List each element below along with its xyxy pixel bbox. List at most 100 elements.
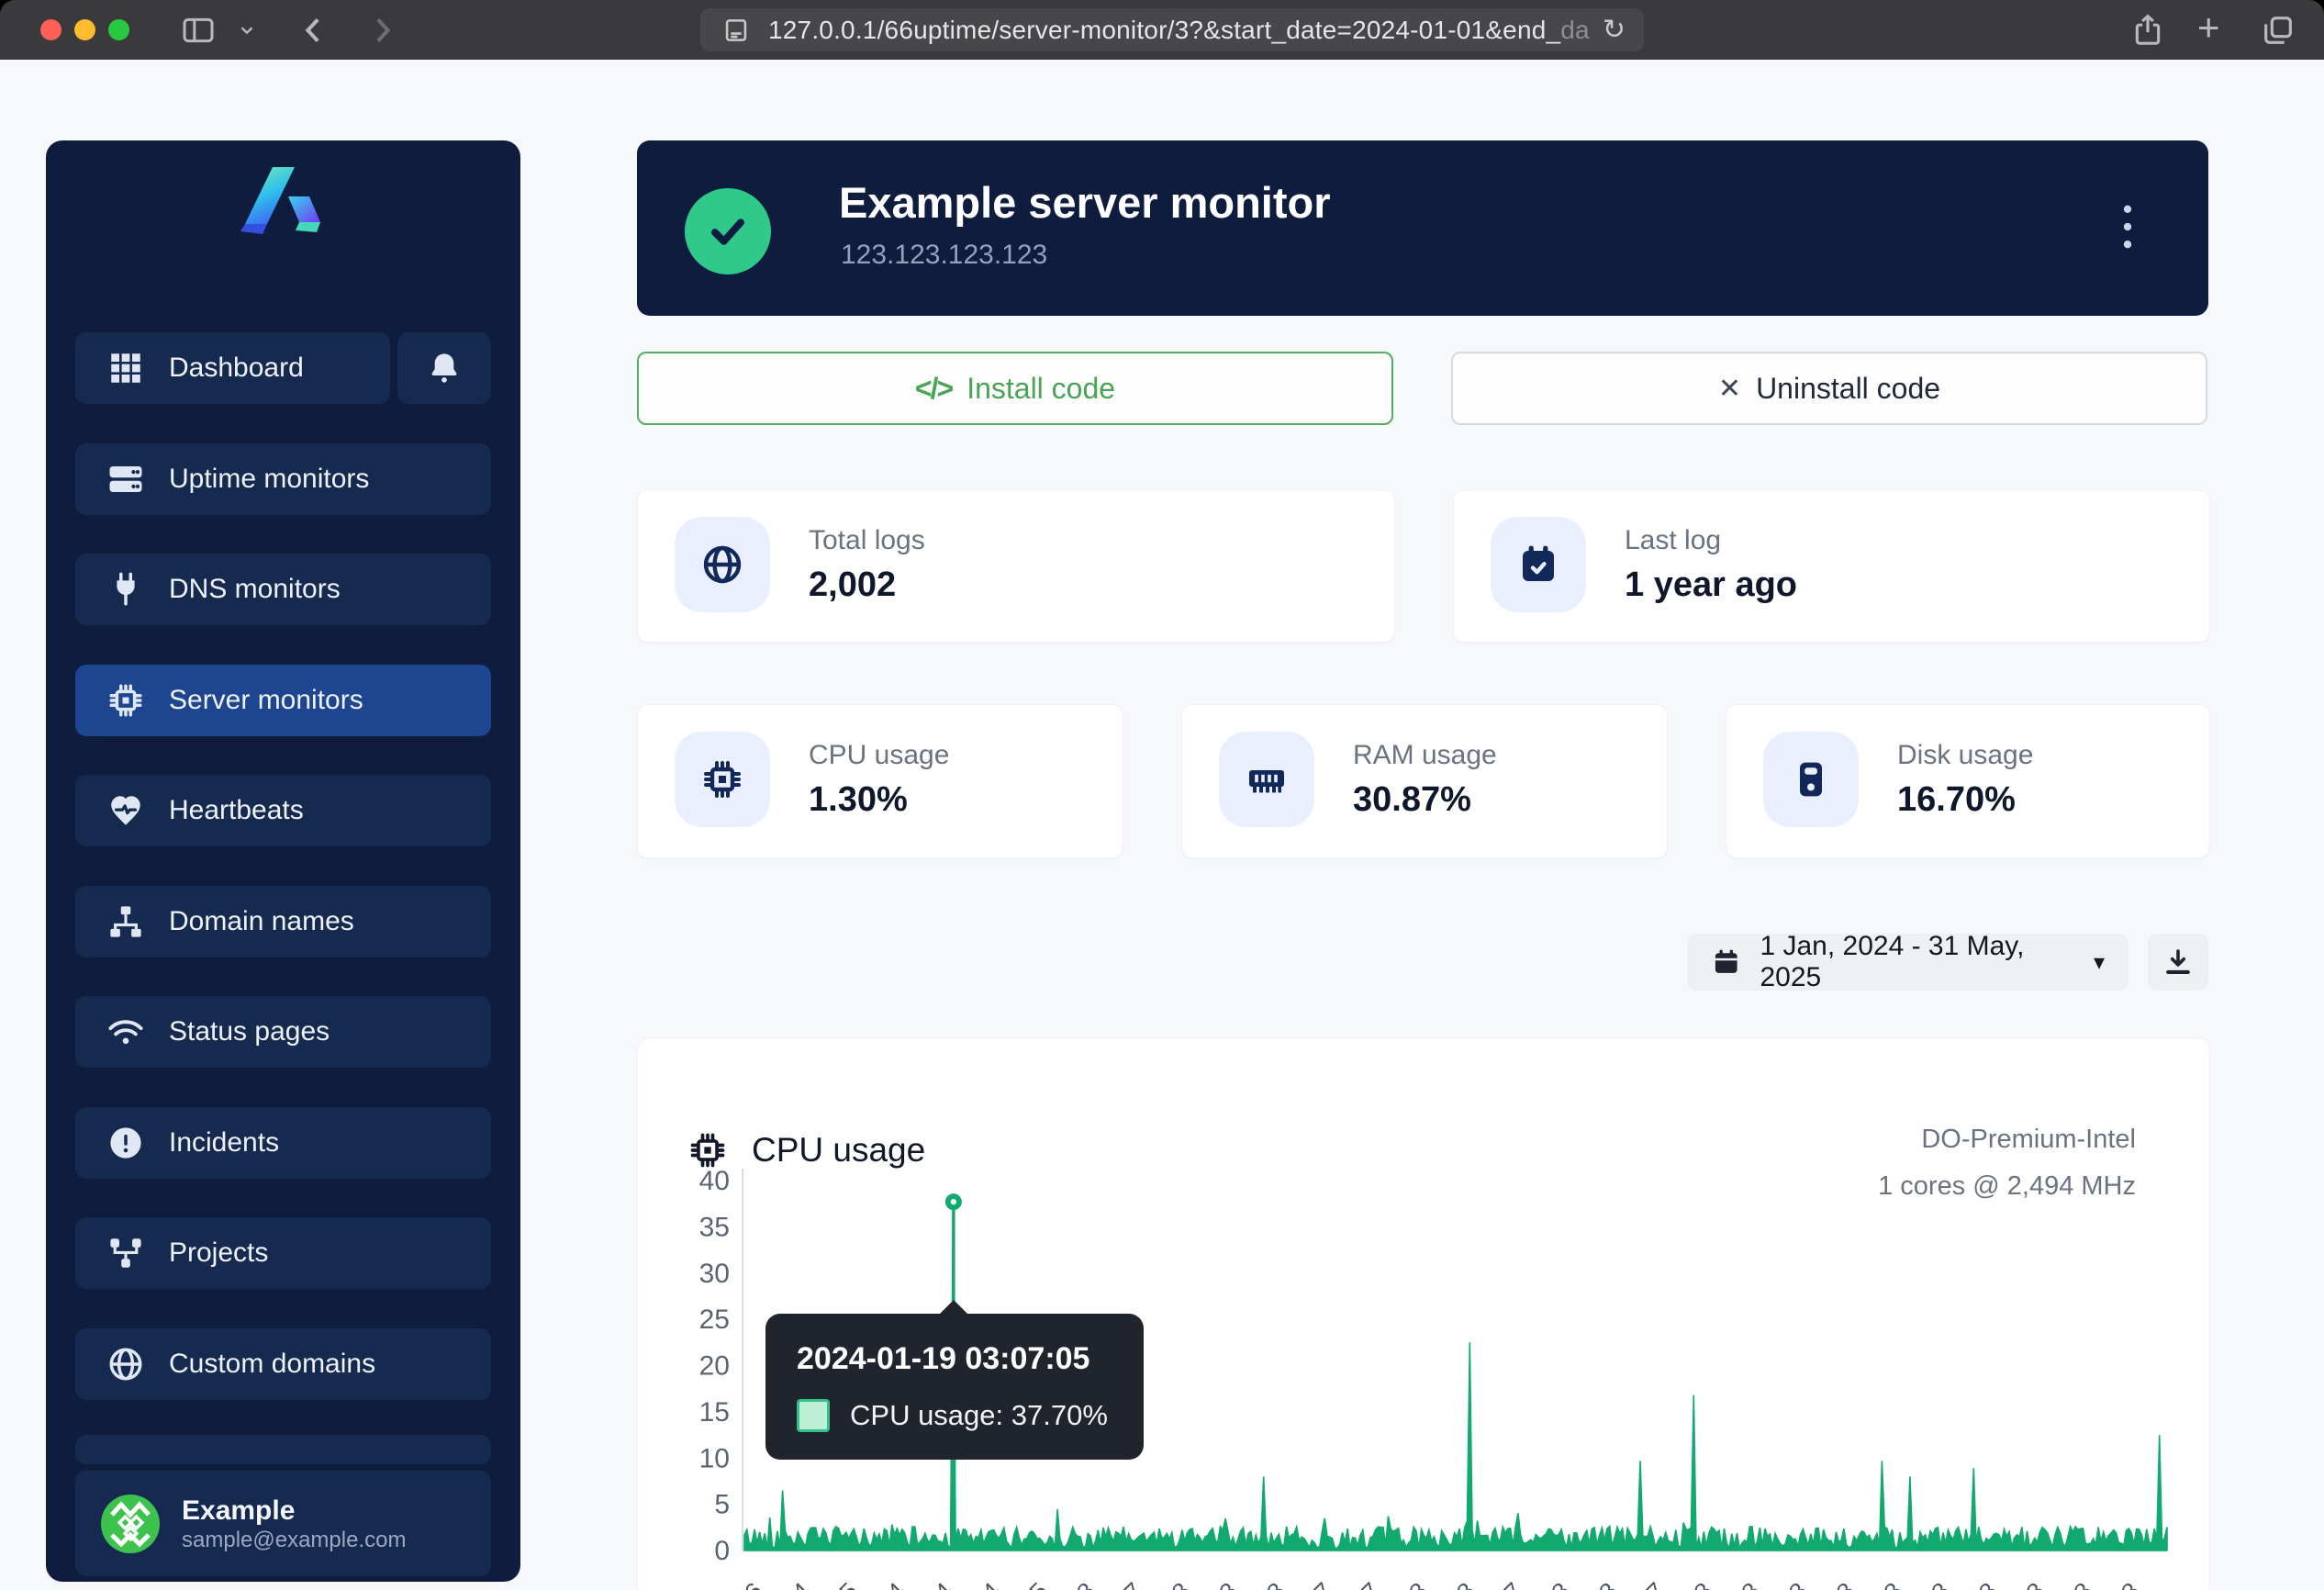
svg-text:08: 08	[2011, 1577, 2050, 1590]
svg-text:0: 0	[714, 1536, 730, 1566]
chart-tooltip: 2024-01-19 03:07:05 CPU usage: 37.70%	[765, 1314, 1144, 1460]
sidebar-item-label: Incidents	[169, 1127, 279, 1159]
stat-label: RAM usage	[1353, 740, 1497, 771]
svg-text:10: 10	[699, 1443, 730, 1473]
series-swatch	[797, 1399, 830, 1432]
svg-text:08: 08	[1774, 1577, 1813, 1590]
svg-text:35: 35	[699, 1212, 730, 1242]
date-range-label: 1 Jan, 2024 - 31 May, 2025	[1760, 931, 2069, 993]
code-icon: </>	[915, 372, 952, 406]
tooltip-value: CPU usage: 37.70%	[850, 1399, 1108, 1432]
browser-window: 127.0.0.1/66uptime/server-monitor/3?&sta…	[0, 0, 2324, 1590]
svg-text:25: 25	[699, 1304, 730, 1335]
sidebar-item-heartbeats[interactable]: Heartbeats	[75, 775, 491, 846]
sidebar-item-status-pages[interactable]: Status pages	[75, 996, 491, 1068]
svg-text:08: 08	[2106, 1577, 2145, 1590]
svg-text:08: 08	[2059, 1577, 2097, 1590]
sidebar: Dashboard Uptime monitors DNS monitors S…	[46, 140, 520, 1582]
cpu-icon	[106, 681, 145, 720]
account-email: sample@example.com	[182, 1528, 406, 1553]
monitor-header: Example server monitor 123.123.123.123	[637, 140, 2208, 316]
svg-text:04: 04	[920, 1577, 958, 1590]
sidebar-item-custom-domains[interactable]: Custom domains	[75, 1328, 491, 1400]
stat-label: Last log	[1625, 525, 1797, 556]
browser-toolbar: 127.0.0.1/66uptime/server-monitor/3?&sta…	[0, 0, 2324, 60]
avatar	[101, 1495, 160, 1553]
more-options-button[interactable]	[2109, 197, 2146, 261]
chevron-down-icon[interactable]	[237, 20, 257, 45]
wifi-icon	[106, 1013, 145, 1051]
svg-text:07: 07	[1346, 1577, 1385, 1590]
globe-icon	[675, 517, 770, 612]
svg-text:08: 08	[1204, 1577, 1243, 1590]
sidebar-item-label: Projects	[169, 1237, 268, 1269]
svg-text:08: 08	[1394, 1577, 1433, 1590]
svg-text:5: 5	[714, 1490, 730, 1520]
kebab-icon	[2109, 197, 2146, 256]
install-code-button[interactable]: </> Install code	[637, 352, 1393, 425]
back-button[interactable]	[296, 12, 332, 53]
svg-text:04: 04	[872, 1577, 911, 1590]
minimize-window-button[interactable]	[74, 19, 95, 40]
account-menu[interactable]: Example sample@example.com	[75, 1471, 491, 1576]
sidebar-item-label: DNS monitors	[169, 574, 341, 605]
sidebar-item-dns-monitors[interactable]: DNS monitors	[75, 554, 491, 625]
sidebar-item-label: Dashboard	[169, 353, 304, 384]
notifications-button[interactable]	[397, 332, 491, 404]
caret-down-icon: ▾	[2094, 949, 2105, 976]
disk-usage-card: Disk usage 16.70%	[1726, 704, 2210, 858]
download-report-button[interactable]	[2148, 934, 2208, 991]
sidebar-item-label: Status pages	[169, 1016, 330, 1047]
zoom-window-button[interactable]	[108, 19, 129, 40]
svg-text:08: 08	[1536, 1577, 1575, 1590]
sidebar-item-label: Custom domains	[169, 1349, 375, 1380]
sidebar-item-projects[interactable]: Projects	[75, 1217, 491, 1289]
grid-icon	[106, 349, 145, 387]
svg-text:08: 08	[1964, 1577, 2003, 1590]
sidebar-item-server-monitors[interactable]: Server monitors	[75, 665, 491, 736]
stat-value: 1 year ago	[1625, 565, 1797, 605]
svg-text:07: 07	[1489, 1577, 1527, 1590]
server-name: DO-Premium-Intel	[1878, 1126, 2136, 1153]
svg-text:08: 08	[1584, 1577, 1623, 1590]
reload-icon[interactable]: ↻	[1603, 14, 1626, 46]
sidebar-item-incidents[interactable]: Incidents	[75, 1107, 491, 1179]
check-icon	[704, 207, 752, 255]
stat-value: 1.30%	[809, 780, 949, 820]
calendar-icon	[1711, 946, 1741, 979]
stat-label: CPU usage	[809, 740, 949, 771]
sidebar-item-domain-names[interactable]: Domain names	[75, 886, 491, 957]
server-stack-icon	[106, 460, 145, 498]
svg-text:08: 08	[1252, 1577, 1290, 1590]
reader-icon[interactable]	[721, 15, 752, 46]
svg-text:08: 08	[1062, 1577, 1101, 1590]
share-icon[interactable]	[2129, 12, 2166, 53]
close-window-button[interactable]	[40, 19, 61, 40]
svg-text:05: 05	[824, 1577, 863, 1590]
svg-text:08: 08	[1916, 1577, 1955, 1590]
close-icon: ✕	[1718, 373, 1741, 405]
svg-text:08: 08	[1726, 1577, 1765, 1590]
uninstall-code-button[interactable]: ✕ Uninstall code	[1451, 352, 2207, 425]
svg-text:20: 20	[699, 1351, 730, 1382]
svg-text:04: 04	[777, 1577, 816, 1590]
forward-button[interactable]	[363, 12, 400, 53]
status-up-badge	[685, 188, 771, 274]
stat-value: 16.70%	[1897, 780, 2033, 820]
tab-overview-icon[interactable]	[2260, 12, 2296, 53]
date-range-picker[interactable]: 1 Jan, 2024 - 31 May, 2025 ▾	[1687, 934, 2128, 991]
sidebar-toggle-icon[interactable]	[180, 12, 217, 53]
sidebar-item-uptime-monitors[interactable]: Uptime monitors	[75, 443, 491, 515]
last-log-card: Last log 1 year ago	[1453, 489, 2210, 643]
svg-text:05: 05	[1014, 1577, 1053, 1590]
sidebar-item-dashboard[interactable]: Dashboard	[75, 332, 390, 404]
monitor-title: Example server monitor	[839, 177, 1331, 228]
address-bar[interactable]: 127.0.0.1/66uptime/server-monitor/3?&sta…	[700, 8, 1644, 51]
stat-label: Total logs	[809, 525, 925, 556]
svg-text:07: 07	[1110, 1577, 1148, 1590]
svg-text:08: 08	[1442, 1577, 1480, 1590]
svg-text:26: 26	[730, 1577, 768, 1590]
svg-text:40: 40	[699, 1166, 730, 1196]
stat-value: 30.87%	[1353, 780, 1497, 820]
new-tab-icon[interactable]: +	[2197, 6, 2220, 50]
